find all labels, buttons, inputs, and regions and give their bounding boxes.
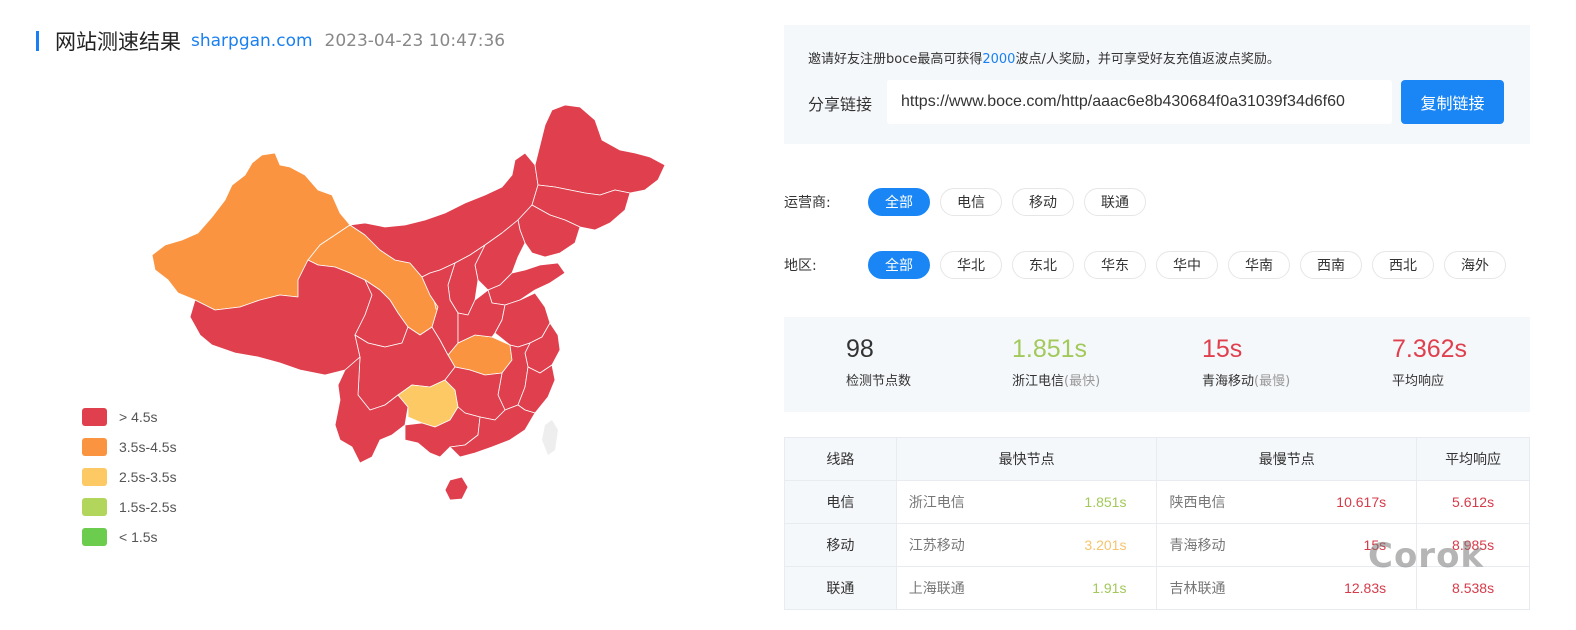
summary-stats: 98 检测节点数 1.851s 浙江电信(最快) 15s 青海移动(最慢) 7.… [784, 317, 1530, 412]
stat-slowest-value: 15s [1202, 335, 1243, 363]
region-chip-north[interactable]: 华北 [940, 251, 1002, 279]
region-hainan[interactable] [444, 476, 469, 501]
watermark-logo: Corok [1368, 536, 1485, 576]
stat-node-count-label: 检测节点数 [846, 374, 912, 389]
legend-label: 2.5s-3.5s [119, 469, 177, 485]
legend-item[interactable]: 3.5s-4.5s [82, 437, 177, 457]
region-chip-northwest[interactable]: 西北 [1372, 251, 1434, 279]
region-chip-northeast[interactable]: 东北 [1012, 251, 1074, 279]
col-header-fastest: 最快节点 [895, 437, 1158, 481]
col-header-line: 线路 [784, 437, 897, 481]
stat-average-label: 平均响应 [1392, 374, 1445, 389]
fastest-node-time: 1.851s [1084, 494, 1127, 510]
operator-chip-mobile[interactable]: 移动 [1012, 188, 1074, 216]
fastest-node-name: 江苏移动 [908, 538, 965, 554]
legend-swatch [82, 408, 107, 426]
region-heilongjiang[interactable] [534, 104, 666, 196]
legend-swatch [82, 498, 107, 516]
fastest-node-time: 1.91s [1092, 580, 1127, 596]
share-link-field[interactable]: https://www.boce.com/http/aaac6e8b430684… [887, 80, 1392, 124]
slowest-node-name: 吉林联通 [1169, 581, 1226, 597]
row-fastest: 江苏移动 3.201s [895, 523, 1158, 567]
operator-chip-telecom[interactable]: 电信 [940, 188, 1002, 216]
legend-swatch [82, 438, 107, 456]
region-chip-all[interactable]: 全部 [868, 251, 930, 279]
share-link-label: 分享链接 [808, 95, 873, 114]
operator-chip-unicom[interactable]: 联通 [1084, 188, 1146, 216]
map-svg [151, 104, 666, 501]
operator-chip-all[interactable]: 全部 [868, 188, 930, 216]
stat-fastest-suffix: (最快) [1064, 374, 1101, 389]
stat-average-value: 7.362s [1392, 335, 1468, 363]
stat-slowest: 15s 青海移动(最慢) [1202, 335, 1290, 389]
region-filter-label: 地区: [784, 258, 817, 274]
stat-slowest-node: 青海移动 [1202, 374, 1255, 389]
slowest-node-time: 10.617s [1336, 494, 1387, 510]
region-filter: 地区: 全部 华北 东北 华东 华中 华南 西南 西北 海外 [784, 251, 1516, 279]
row-line: 电信 [784, 480, 897, 524]
stat-average: 7.362s 平均响应 [1392, 335, 1467, 389]
region-taiwan [542, 420, 558, 455]
operator-filter: 运营商: 全部 电信 移动 联通 [784, 188, 1156, 216]
page-title: 网站测速结果 [55, 30, 181, 54]
slowest-node-name: 陕西电信 [1169, 495, 1226, 511]
table-header-row: 线路 最快节点 最慢节点 平均响应 [784, 437, 1530, 481]
fastest-node-name: 上海联通 [908, 581, 965, 597]
region-chip-central[interactable]: 华中 [1156, 251, 1218, 279]
legend-label: 1.5s-2.5s [119, 499, 177, 515]
legend-swatch [82, 528, 107, 546]
region-chip-east[interactable]: 华东 [1084, 251, 1146, 279]
row-fastest: 浙江电信 1.851s [895, 480, 1158, 524]
carrier-results-table: 线路 最快节点 最慢节点 平均响应 电信 浙江电信 1.851s 陕西电信 10.6… [784, 437, 1530, 610]
invite-panel: 邀请好友注册boce最高可获得2000波点/人奖励，并可享受好友充值返波点奖励。… [784, 25, 1530, 144]
slowest-node-time: 12.83s [1344, 580, 1387, 596]
invite-text-pre: 邀请好友注册boce最高可获得 [808, 52, 983, 67]
legend-item[interactable]: 2.5s-3.5s [82, 467, 177, 487]
legend-swatch [82, 468, 107, 486]
invite-text-post: 波点/人奖励，并可享受好友充值返波点奖励。 [1015, 52, 1280, 67]
test-timestamp: 2023-04-23 10:47:36 [324, 31, 506, 51]
col-header-average: 平均响应 [1416, 437, 1530, 481]
invite-reward-amount: 2000 [982, 52, 1016, 67]
col-header-slowest: 最慢节点 [1156, 437, 1418, 481]
table-row: 电信 浙江电信 1.851s 陕西电信 10.617s 5.612s [784, 480, 1530, 524]
stat-fastest-value: 1.851s [1012, 335, 1088, 363]
map-legend: > 4.5s 3.5s-4.5s 2.5s-3.5s 1.5s-2.5s < 1… [82, 407, 177, 557]
row-line: 联通 [784, 566, 897, 610]
legend-label: < 1.5s [119, 529, 158, 545]
row-line: 移动 [784, 523, 897, 567]
legend-item[interactable]: > 4.5s [82, 407, 177, 427]
stat-node-count-value: 98 [846, 335, 874, 363]
stat-node-count: 98 检测节点数 [846, 335, 911, 389]
copy-link-button[interactable]: 复制链接 [1401, 80, 1504, 124]
stat-slowest-label: 青海移动(最慢) [1202, 370, 1290, 389]
china-speed-map [140, 95, 700, 515]
legend-label: 3.5s-4.5s [119, 439, 177, 455]
share-link-url: https://www.boce.com/http/aaac6e8b430684… [901, 93, 1345, 110]
stat-slowest-suffix: (最慢) [1254, 374, 1291, 389]
row-fastest: 上海联通 1.91s [895, 566, 1158, 610]
stat-fastest-label: 浙江电信(最快) [1012, 370, 1100, 389]
legend-item[interactable]: < 1.5s [82, 527, 177, 547]
legend-item[interactable]: 1.5s-2.5s [82, 497, 177, 517]
title-accent-bar [36, 31, 39, 51]
stat-fastest: 1.851s 浙江电信(最快) [1012, 335, 1100, 389]
region-chip-south[interactable]: 华南 [1228, 251, 1290, 279]
slowest-node-name: 青海移动 [1169, 538, 1226, 554]
stat-fastest-node: 浙江电信 [1012, 374, 1065, 389]
page-header: 网站测速结果 sharpgan.com 2023-04-23 10:47:36 [36, 28, 505, 54]
legend-label: > 4.5s [119, 409, 158, 425]
fastest-node-time: 3.201s [1084, 537, 1127, 553]
fastest-node-name: 浙江电信 [908, 495, 965, 511]
region-chip-overseas[interactable]: 海外 [1444, 251, 1506, 279]
row-slowest: 陕西电信 10.617s [1156, 480, 1418, 524]
region-chip-southwest[interactable]: 西南 [1300, 251, 1362, 279]
row-average: 5.612s [1416, 480, 1530, 524]
site-link[interactable]: sharpgan.com [191, 31, 313, 51]
operator-filter-label: 运营商: [784, 195, 831, 211]
invite-message: 邀请好友注册boce最高可获得2000波点/人奖励，并可享受好友充值返波点奖励。 [808, 48, 1280, 67]
